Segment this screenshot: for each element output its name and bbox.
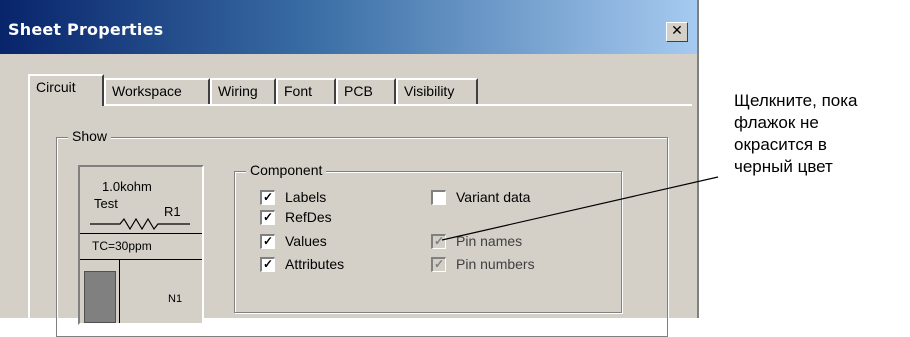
- annotation-callout: Щелкните, пока флажок не окрасится в чер…: [734, 90, 904, 178]
- tab-circuit[interactable]: Circuit: [28, 74, 104, 106]
- annotation-line-4: черный цвет: [734, 157, 833, 176]
- annotation-line-1: Щелкните, пока: [734, 91, 858, 110]
- annotation-line-2: флажок не: [734, 113, 819, 132]
- annotation-line-3: окрасится в: [734, 135, 827, 154]
